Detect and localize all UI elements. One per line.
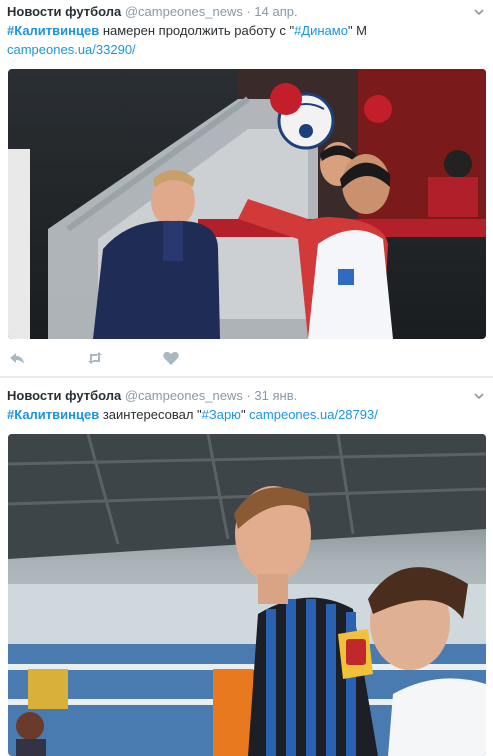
hashtag-link[interactable]: #Зарю — [202, 407, 241, 422]
tweet-header: Новости футбола @campeones_news · 31 янв… — [7, 388, 297, 404]
tweet-text: #Калитвинцев намерен продолжить работу с… — [7, 21, 479, 59]
tweet-1[interactable]: Новости футбола @campeones_news · 14 апр… — [0, 0, 493, 376]
tweet-actions — [8, 349, 308, 369]
chevron-down-icon[interactable] — [473, 390, 485, 402]
tweet-date[interactable]: 14 апр. — [254, 4, 297, 19]
author-handle[interactable]: @campeones_news — [125, 388, 243, 403]
url-link[interactable]: campeones.ua/33290/ — [7, 42, 136, 57]
author-name[interactable]: Новости футбола — [7, 388, 121, 403]
tweet-text: #Калитвинцев заинтересовал "#Зарю" campe… — [7, 405, 479, 424]
author-handle[interactable]: @campeones_news — [125, 4, 243, 19]
tweet-2[interactable]: Новости футбола @campeones_news · 31 янв… — [0, 378, 493, 756]
tweet-photo[interactable] — [8, 69, 486, 339]
reply-icon[interactable] — [8, 349, 26, 367]
author-name[interactable]: Новости футбола — [7, 4, 121, 19]
separator-dot: · — [246, 388, 251, 403]
retweet-icon[interactable] — [86, 349, 104, 367]
tweet-header: Новости футбола @campeones_news · 14 апр… — [7, 4, 298, 20]
tweet-text-body: " М — [347, 23, 368, 38]
tweet-text-body: " — [240, 407, 250, 422]
separator-dot: · — [246, 4, 251, 19]
tweet-date[interactable]: 31 янв. — [254, 388, 297, 403]
hashtag-link[interactable]: #Калитвинцев — [7, 23, 99, 38]
tweet-photo[interactable] — [8, 434, 486, 756]
tweet-text-body: заинтересовал " — [99, 407, 202, 422]
heart-icon[interactable] — [162, 349, 180, 367]
tweet-text-body: намерен продолжить работу с " — [99, 23, 295, 38]
hashtag-link[interactable]: #Калитвинцев — [7, 407, 99, 422]
chevron-down-icon[interactable] — [473, 6, 485, 18]
url-link[interactable]: campeones.ua/28793/ — [249, 407, 378, 422]
hashtag-link[interactable]: #Динамо — [294, 23, 348, 38]
